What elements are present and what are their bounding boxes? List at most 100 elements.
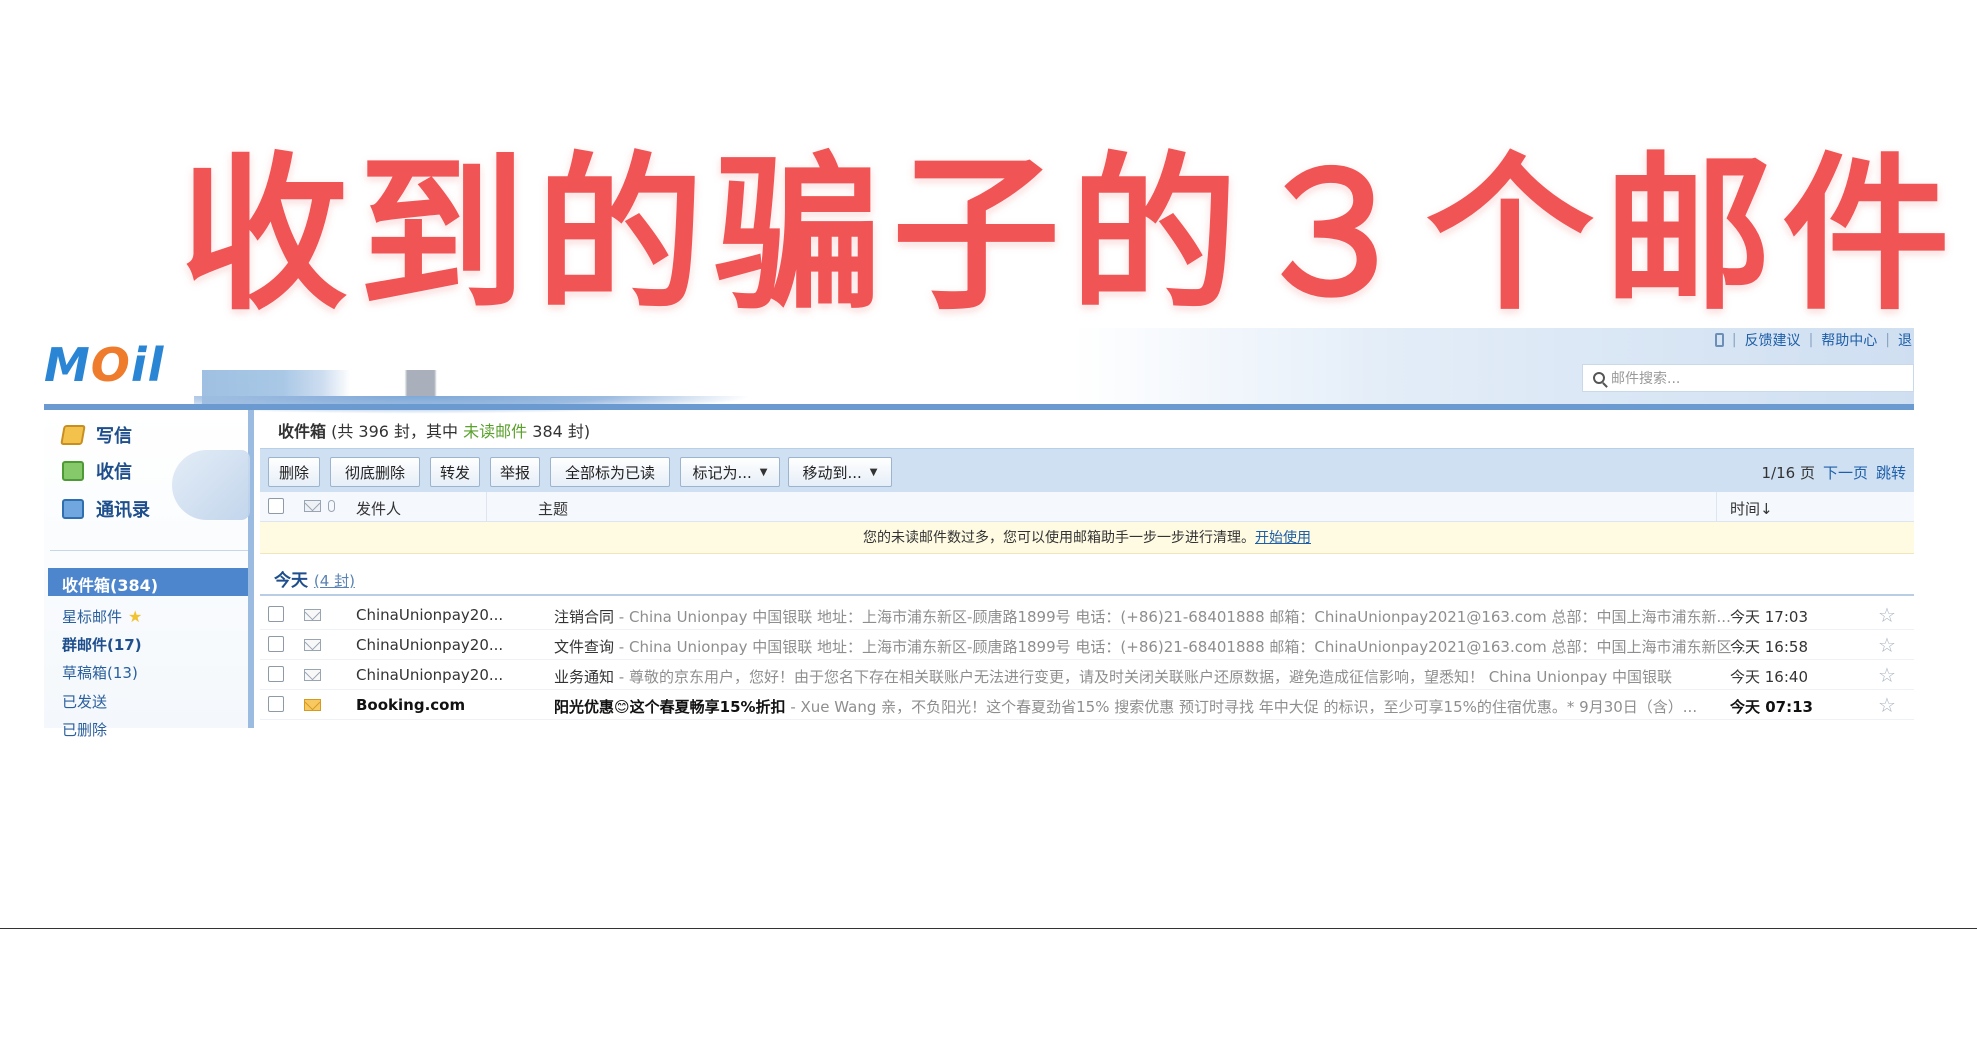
email-subject-line: 阳光优惠😊这个春夏畅享15%折扣 - Xue Wang 亲，不负阳光！这个春夏劲…	[554, 696, 1754, 717]
star-toggle-icon[interactable]: ☆	[1878, 663, 1896, 687]
sidebar-divider	[50, 550, 248, 551]
next-page-link[interactable]: 下一页	[1823, 462, 1868, 483]
email-subject-line: 业务通知 - 尊敬的京东用户，您好！由于您名下存在相关联账户无法进行变更，请及时…	[554, 666, 1754, 687]
time-column-header[interactable]: 时间↓	[1730, 498, 1773, 519]
sender-column-header[interactable]: 发件人	[356, 498, 401, 519]
folder-deleted[interactable]: 已删除	[62, 719, 107, 740]
mark-as-dropdown[interactable]: 标记为... ▼	[680, 457, 780, 487]
delete-button[interactable]: 删除	[268, 457, 320, 487]
row-checkbox[interactable]	[268, 666, 284, 682]
start-using-link[interactable]: 开始使用	[1255, 530, 1311, 546]
top-bar: MOil | 反馈建议 | 帮助中心 | 退 邮件搜索...	[44, 328, 1914, 414]
email-subject: 注销合同	[554, 608, 615, 626]
compose-icon	[60, 425, 86, 445]
page-indicator: 1/16 页	[1761, 464, 1815, 482]
notice-text: 您的未读邮件数过多，您可以使用邮箱助手一步一步进行清理。	[863, 530, 1255, 546]
email-time: 今天 07:13	[1730, 698, 1813, 716]
email-subject-line: 注销合同 - China Unionpay 中国银联 地址：上海市浦东新区-顾唐…	[554, 606, 1754, 627]
email-sender: Booking.com	[356, 696, 466, 714]
receive-icon	[62, 461, 84, 481]
compose-label: 写信	[96, 426, 132, 447]
bottom-divider	[0, 928, 1977, 929]
inbox-title: 收件箱 (共 396 封，其中 未读邮件 384 封)	[278, 422, 591, 441]
email-subject: 阳光优惠😊这个春夏畅享15%折扣	[554, 698, 786, 716]
email-subject-line: 文件查询 - China Unionpay 中国银联 地址：上海市浦东新区-顾唐…	[554, 636, 1754, 657]
forward-button[interactable]: 转发	[430, 457, 480, 487]
subject-column-header[interactable]: 主题	[538, 498, 568, 519]
unread-envelope-icon	[304, 699, 321, 711]
email-sender: ChinaUnionpay20...	[356, 666, 504, 684]
column-header: 发件人 主题 时间↓	[260, 492, 1914, 522]
opened-envelope-icon	[304, 639, 321, 651]
folder-starred[interactable]: 星标邮件 ★	[62, 606, 142, 627]
email-time: 今天 16:40	[1730, 668, 1808, 686]
mail-toolbar: 删除 彻底删除 转发 举报 全部标为已读 标记为... ▼ 移动到... ▼ 1/1…	[260, 448, 1914, 492]
jump-link[interactable]: 跳转	[1876, 462, 1906, 483]
permanent-delete-button[interactable]: 彻底删除	[330, 457, 420, 487]
folder-inbox[interactable]: 收件箱(384)	[48, 568, 248, 596]
compose-button[interactable]: 写信	[60, 422, 132, 448]
email-preview: - Xue Wang 亲，不负阳光！这个春夏劲省15% 搜索优惠 预订时寻找 年…	[785, 698, 1698, 716]
feedback-link[interactable]: 反馈建议	[1745, 330, 1801, 350]
row-checkbox[interactable]	[268, 696, 284, 712]
group-count: (4 封)	[313, 572, 355, 590]
opened-envelope-icon	[304, 669, 321, 681]
email-row[interactable]: ChinaUnionpay20... 文件查询 - China Unionpay…	[260, 630, 1914, 660]
group-today-header[interactable]: 今天 (4 封)	[274, 566, 355, 591]
select-all-checkbox[interactable]	[268, 498, 284, 514]
star-toggle-icon[interactable]: ☆	[1878, 603, 1896, 627]
move-to-dropdown[interactable]: 移动到... ▼	[788, 457, 892, 487]
opened-envelope-icon	[304, 609, 321, 621]
mail-client: MOil | 反馈建议 | 帮助中心 | 退 邮件搜索... 写信 收信 通讯录…	[44, 328, 1914, 739]
email-preview: - 尊敬的京东用户，您好！由于您名下存在相关联账户无法进行变更，请及时关闭关联账…	[614, 668, 1673, 686]
star-toggle-icon[interactable]: ☆	[1878, 693, 1896, 717]
unread-filter-link[interactable]: 未读邮件	[463, 422, 527, 441]
contacts-icon	[62, 499, 84, 519]
email-subject: 业务通知	[554, 668, 615, 686]
email-time: 今天 17:03	[1730, 608, 1808, 626]
email-row[interactable]: ChinaUnionpay20... 业务通知 - 尊敬的京东用户，您好！由于您…	[260, 660, 1914, 690]
folder-sent[interactable]: 已发送	[62, 691, 107, 712]
receive-button[interactable]: 收信	[62, 458, 132, 484]
mail-search-input[interactable]: 邮件搜索...	[1582, 364, 1914, 392]
mail-list-panel: 收件箱 (共 396 封，其中 未读邮件 384 封) 删除 彻底删除 转发 举…	[260, 410, 1914, 728]
group-label: 今天	[274, 571, 308, 591]
help-center-link[interactable]: 帮助中心	[1821, 330, 1877, 350]
search-placeholder: 邮件搜索...	[1611, 371, 1681, 387]
group-divider	[260, 594, 1914, 596]
contacts-button[interactable]: 通讯录	[62, 496, 150, 522]
folder-drafts[interactable]: 草稿箱(13)	[62, 662, 138, 683]
move-to-label: 移动到...	[802, 463, 862, 482]
cleanup-notice: 您的未读邮件数过多，您可以使用邮箱助手一步一步进行清理。开始使用	[260, 522, 1914, 554]
mark-as-label: 标记为...	[692, 463, 752, 482]
caret-down-icon: ▼	[759, 466, 768, 478]
overlay-headline: 收到的骗子的３个邮件	[180, 137, 1960, 333]
star-icon: ★	[128, 607, 143, 626]
row-checkbox[interactable]	[268, 606, 284, 622]
folder-starred-label: 星标邮件	[62, 608, 123, 626]
screenshot-stage: MOil | 反馈建议 | 帮助中心 | 退 邮件搜索... 写信 收信 通讯录…	[0, 0, 1977, 1058]
logout-link[interactable]: 退	[1898, 330, 1912, 350]
phone-icon[interactable]	[1714, 333, 1724, 347]
email-sender: ChinaUnionpay20...	[356, 606, 504, 624]
folder-group-mail[interactable]: 群邮件(17)	[62, 634, 142, 655]
attachment-icon	[328, 500, 335, 512]
read-status-icon	[304, 500, 321, 512]
inbox-name: 收件箱	[278, 422, 327, 441]
contacts-label: 通讯录	[96, 500, 150, 521]
report-button[interactable]: 举报	[490, 457, 540, 487]
email-subject: 文件查询	[554, 638, 615, 656]
sidebar: 写信 收信 通讯录 收件箱(384) 星标邮件 ★ 群邮件(17) 草稿箱(13…	[44, 410, 254, 739]
row-checkbox[interactable]	[268, 636, 284, 652]
caret-down-icon: ▼	[869, 466, 878, 478]
mascot-decoration	[172, 450, 250, 520]
email-row-unread[interactable]: Booking.com 阳光优惠😊这个春夏畅享15%折扣 - Xue Wang …	[260, 690, 1914, 720]
email-preview: - China Unionpay 中国银联 地址：上海市浦东新区-顾唐路1899…	[614, 638, 1746, 656]
email-sender: ChinaUnionpay20...	[356, 636, 504, 654]
receive-label: 收信	[96, 462, 132, 483]
email-time: 今天 16:58	[1730, 638, 1808, 656]
mark-all-read-button[interactable]: 全部标为已读	[550, 457, 670, 487]
search-icon	[1593, 372, 1605, 384]
email-row[interactable]: ChinaUnionpay20... 注销合同 - China Unionpay…	[260, 600, 1914, 630]
star-toggle-icon[interactable]: ☆	[1878, 633, 1896, 657]
